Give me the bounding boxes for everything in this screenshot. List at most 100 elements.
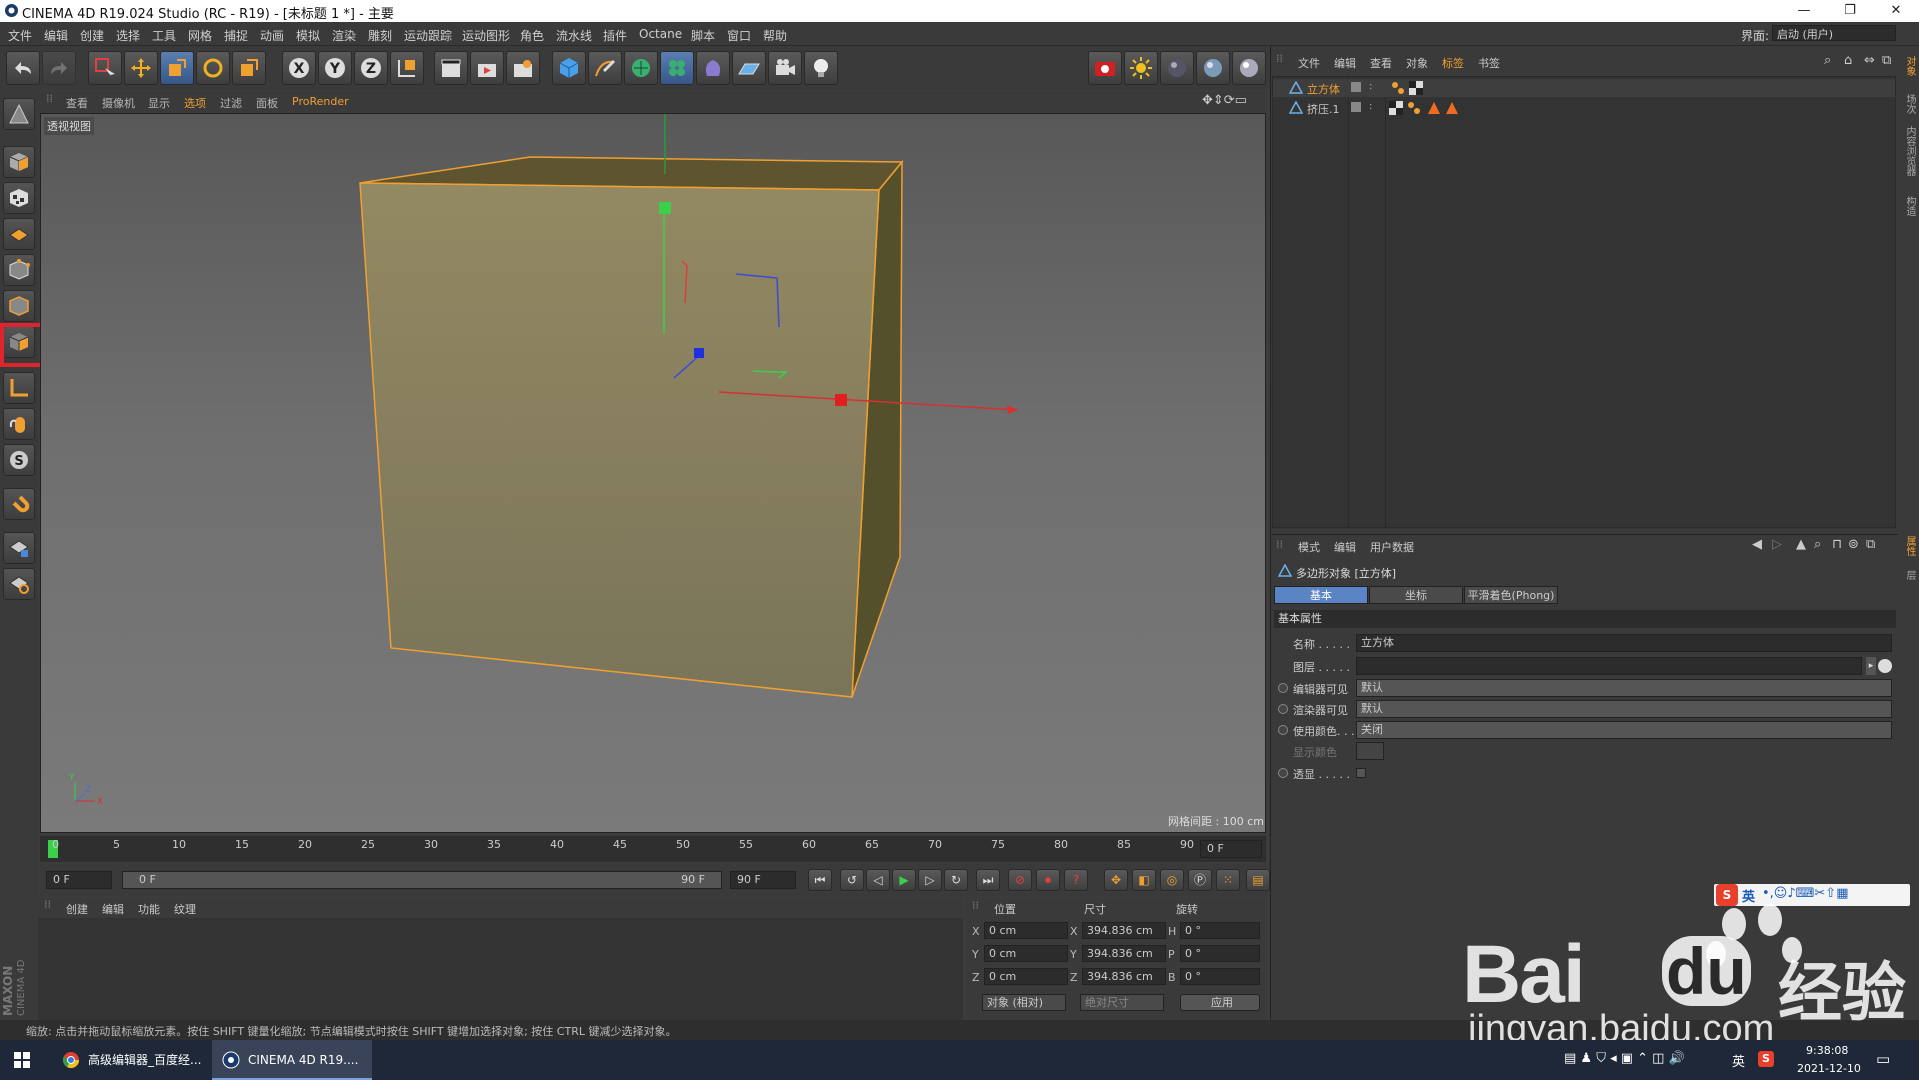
tab-phong[interactable]: 平滑着色(Phong) xyxy=(1464,586,1558,604)
keyframe-selection-button[interactable]: ? xyxy=(1064,869,1088,891)
render-picture-viewer-button[interactable] xyxy=(470,51,504,85)
make-editable-button[interactable] xyxy=(3,98,35,130)
object-name[interactable]: 立方体 xyxy=(1307,81,1340,97)
menu-snap[interactable]: 捕捉 xyxy=(224,27,248,44)
minimize-button[interactable]: — xyxy=(1781,0,1827,22)
tab-basic[interactable]: 基本 xyxy=(1274,586,1368,604)
tweak-mode-button[interactable] xyxy=(3,408,35,440)
vtab-structure[interactable]: 构造 xyxy=(1900,196,1917,216)
viewport-menu-prorender[interactable]: ProRender xyxy=(292,95,349,108)
planar-workplane-button[interactable] xyxy=(3,568,35,600)
clock-date[interactable]: 2021-12-10 xyxy=(1797,1062,1861,1075)
snap-button[interactable] xyxy=(3,488,35,520)
edges-mode-button[interactable] xyxy=(3,290,35,322)
back-arrow-icon[interactable]: ◀ xyxy=(1752,537,1762,552)
timeline-window-button[interactable]: ▤ xyxy=(1246,869,1270,891)
prop-use-color-dropdown[interactable]: 关闭 xyxy=(1356,721,1892,739)
texture-tag-icon[interactable] xyxy=(1409,81,1423,95)
key-scale-button[interactable]: ◧ xyxy=(1132,869,1156,891)
add-spline-button[interactable] xyxy=(588,51,622,85)
add-cube-button[interactable] xyxy=(552,51,586,85)
restore-button[interactable]: ❐ xyxy=(1827,0,1873,22)
settings-icon[interactable]: ⊚ xyxy=(1848,537,1859,552)
pos-z-field[interactable]: 0 cm xyxy=(984,968,1068,985)
viewport-menu-options[interactable]: 选项 xyxy=(184,95,206,111)
menu-sculpt[interactable]: 雕刻 xyxy=(368,27,392,44)
rot-p-field[interactable]: 0 ° xyxy=(1180,945,1260,962)
dots-icon[interactable]: : xyxy=(1369,81,1372,92)
previous-frame-button[interactable]: ◁ xyxy=(866,869,890,891)
size-x-field[interactable]: 394.836 cm xyxy=(1082,922,1166,939)
prop-layer-field[interactable] xyxy=(1356,657,1862,675)
close-button[interactable]: ✕ xyxy=(1873,0,1919,22)
pos-y-field[interactable]: 0 cm xyxy=(984,945,1068,962)
scale-button[interactable] xyxy=(160,51,194,85)
start-frame-field[interactable]: 0 F xyxy=(46,871,112,889)
rotate-button[interactable] xyxy=(196,51,230,85)
add-light-button[interactable] xyxy=(804,51,838,85)
key-position-button[interactable]: ✥ xyxy=(1104,869,1128,891)
octane-sun-button[interactable] xyxy=(1124,51,1158,85)
live-select-button[interactable] xyxy=(88,51,122,85)
object-name[interactable]: 挤压.1 xyxy=(1307,101,1340,117)
material-menu-function[interactable]: 功能 xyxy=(138,901,160,917)
material-menu-edit[interactable]: 编辑 xyxy=(102,901,124,917)
next-key-button[interactable]: ↻ xyxy=(944,869,968,891)
menu-create[interactable]: 创建 xyxy=(80,27,104,44)
viewport-menu-display[interactable]: 显示 xyxy=(148,95,170,111)
material-menu-texture[interactable]: 纹理 xyxy=(174,901,196,917)
vtab-content-browser[interactable]: 内容浏览器 xyxy=(1900,126,1917,176)
viewport-menu-cameras[interactable]: 摄像机 xyxy=(102,95,135,111)
size-z-field[interactable]: 394.836 cm xyxy=(1082,968,1166,985)
warning-tag-icon[interactable] xyxy=(1427,101,1441,115)
previous-key-button[interactable]: ↺ xyxy=(840,869,864,891)
go-to-end-button[interactable]: ⏭ xyxy=(976,869,1000,891)
coord-mode-dropdown[interactable]: 对象 (相对) xyxy=(982,994,1066,1011)
menu-script[interactable]: 脚本 xyxy=(691,27,715,44)
vtab-takes[interactable]: 场次 xyxy=(1900,94,1917,114)
attribute-menu-edit[interactable]: 编辑 xyxy=(1334,539,1356,555)
object-menu-file[interactable]: 文件 xyxy=(1298,55,1320,71)
record-keys-button[interactable]: ⊘ xyxy=(1008,869,1032,891)
key-pla-button[interactable]: ⁙ xyxy=(1216,869,1240,891)
prop-editor-visible-dropdown[interactable]: 默认 xyxy=(1356,679,1892,697)
menu-animate[interactable]: 动画 xyxy=(260,27,284,44)
menu-select[interactable]: 选择 xyxy=(116,27,140,44)
notification-icon[interactable]: ▭ xyxy=(1876,1050,1890,1068)
material-menu-create[interactable]: 创建 xyxy=(66,901,88,917)
prop-name-field[interactable]: 立方体 xyxy=(1356,634,1892,652)
menu-pipeline[interactable]: 流水线 xyxy=(556,27,592,44)
menu-tools[interactable]: 工具 xyxy=(152,27,176,44)
attribute-search-icon[interactable]: ⌕ xyxy=(1814,537,1821,552)
lock-workplane-button[interactable] xyxy=(3,532,35,564)
octane-diffuse-button[interactable] xyxy=(1232,51,1266,85)
object-row-cube[interactable]: 立方体 : xyxy=(1273,79,1895,97)
add-cloner-button[interactable] xyxy=(660,51,694,85)
object-home-icon[interactable]: ⌂ xyxy=(1844,53,1852,68)
layer-arrow-icon[interactable]: ▸ xyxy=(1866,657,1876,675)
phong-tag-icon[interactable] xyxy=(1407,101,1421,115)
frame-range-slider[interactable]: 0 F 90 F xyxy=(122,871,722,889)
menu-render[interactable]: 渲染 xyxy=(332,27,356,44)
key-parameter-button[interactable]: Ⓟ xyxy=(1188,869,1212,891)
redo-button[interactable] xyxy=(42,51,76,85)
visibility-toggle-icon[interactable] xyxy=(1351,102,1361,112)
menu-character[interactable]: 角色 xyxy=(520,27,544,44)
octane-material-button[interactable] xyxy=(1160,51,1194,85)
menu-simulate[interactable]: 模拟 xyxy=(296,27,320,44)
model-mode-button[interactable] xyxy=(3,146,35,178)
rot-b-field[interactable]: 0 ° xyxy=(1180,968,1260,985)
vtab-attributes[interactable]: 属性 xyxy=(1900,536,1917,556)
move-button[interactable] xyxy=(124,51,158,85)
attribute-menu-user-data[interactable]: 用户数据 xyxy=(1370,539,1414,555)
editor-visible-radio-icon[interactable] xyxy=(1278,683,1288,693)
render-settings-button[interactable] xyxy=(506,51,540,85)
dots-icon[interactable]: : xyxy=(1369,101,1372,112)
menu-help[interactable]: 帮助 xyxy=(763,27,787,44)
tray-sogou-icon[interactable]: S xyxy=(1758,1051,1774,1067)
object-menu-tags[interactable]: 标签 xyxy=(1442,55,1464,71)
axis-mode-button[interactable] xyxy=(3,372,35,404)
tray-ime-label[interactable]: 英 xyxy=(1732,1051,1745,1070)
taskbar-cinema4d-app[interactable]: CINEMA 4D R19.... xyxy=(212,1040,372,1080)
end-frame-field[interactable]: 90 F xyxy=(730,871,796,889)
